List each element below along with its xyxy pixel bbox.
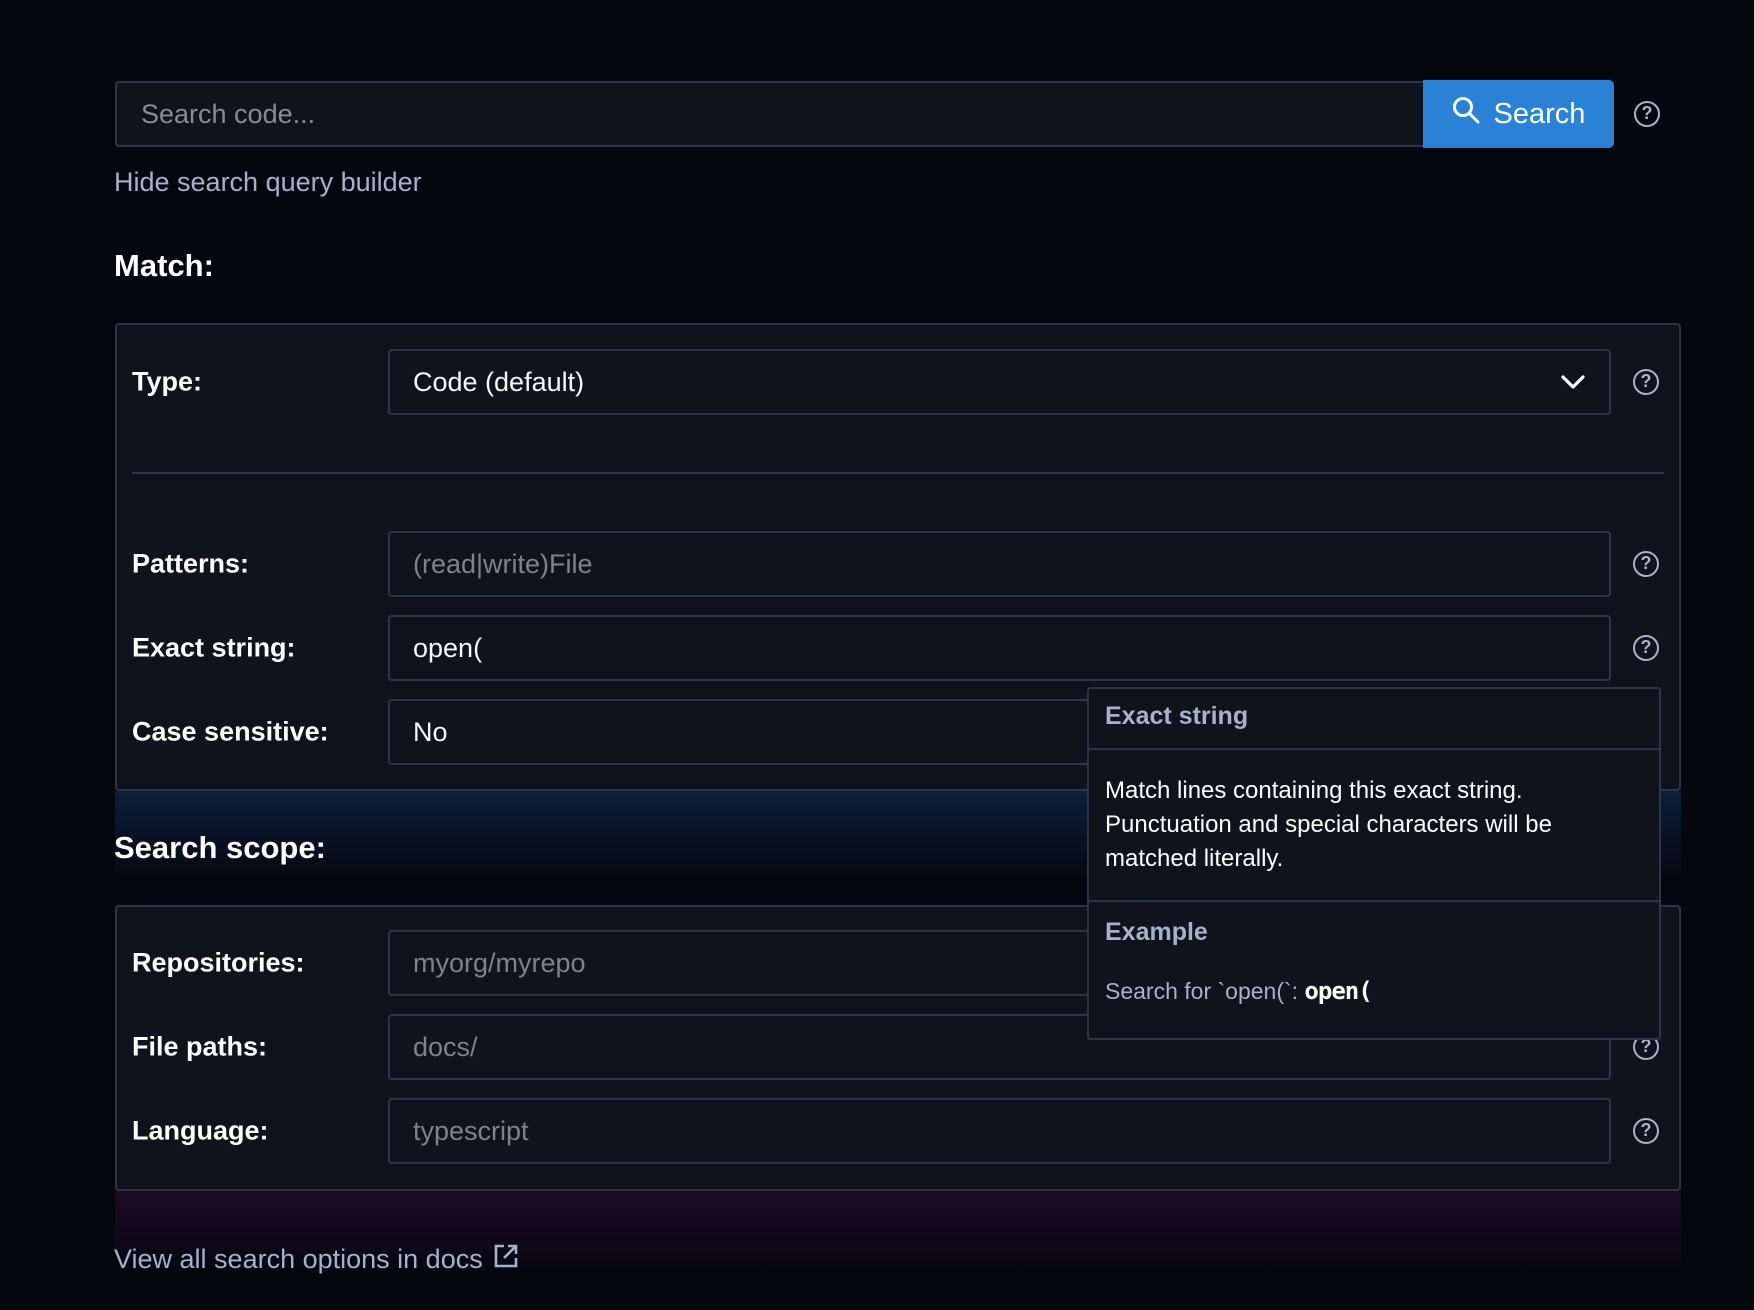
type-label: Type: [132,366,203,397]
tooltip-example: Example Search for `open(`: open( [1089,902,1659,1005]
search-input[interactable] [115,81,1423,147]
tooltip-example-title: Example [1105,918,1208,946]
match-divider [132,472,1664,474]
type-help-icon[interactable]: ? [1633,369,1659,395]
tooltip-example-prefix: Search for `open(`: [1105,978,1305,1004]
patterns-help-icon[interactable]: ? [1633,551,1659,577]
language-input[interactable] [388,1098,1611,1164]
exact-string-label: Exact string: [132,632,296,663]
tooltip-example-line: Search for `open(`: open( [1105,977,1643,1005]
external-link-icon [493,1243,519,1276]
patterns-label: Patterns: [132,548,250,579]
case-sensitive-value: No [413,716,448,747]
language-help-icon[interactable]: ? [1633,1118,1659,1144]
tooltip-example-code: open( [1304,977,1372,1005]
repositories-label: Repositories: [132,947,305,978]
search-button-label: Search [1493,97,1586,130]
exact-string-input[interactable] [388,615,1611,681]
tooltip-title: Exact string [1089,689,1659,750]
chevron-down-icon [1560,367,1586,398]
language-label: Language: [132,1115,269,1146]
type-select-value: Code (default) [413,366,585,397]
type-select[interactable]: Code (default) [388,349,1611,415]
docs-link[interactable]: View all search options in docs [114,1243,519,1276]
exact-string-help-icon[interactable]: ? [1633,635,1659,661]
search-icon [1452,96,1480,132]
file-paths-label: File paths: [132,1031,268,1062]
tooltip-body: Match lines containing this exact string… [1089,750,1659,902]
match-section-title: Match: [114,248,214,283]
search-help-icon[interactable]: ? [1634,101,1660,127]
docs-link-label: View all search options in docs [114,1244,483,1274]
scope-section-title: Search scope: [114,830,326,865]
hide-query-builder-link[interactable]: Hide search query builder [114,167,422,198]
patterns-input[interactable] [388,531,1611,597]
exact-string-tooltip: Exact string Match lines containing this… [1087,687,1661,1040]
case-sensitive-label: Case sensitive: [132,716,329,747]
search-button[interactable]: Search [1423,80,1614,148]
